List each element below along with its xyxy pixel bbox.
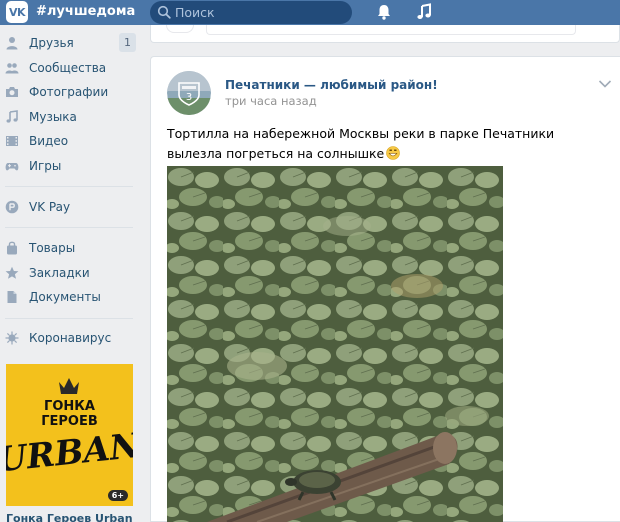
star-icon xyxy=(5,266,19,279)
post-timestamp[interactable]: три часа назад xyxy=(225,94,317,108)
users-icon xyxy=(5,63,19,74)
divider xyxy=(5,186,133,187)
sidebar-item-music[interactable]: Музыка xyxy=(0,105,140,129)
sidebar-item-label: Друзья xyxy=(29,36,74,50)
chevron-down-icon[interactable] xyxy=(598,79,612,89)
camera-icon xyxy=(6,87,18,97)
sidebar-item-friends[interactable]: Друзья 1 xyxy=(0,31,140,55)
bag-icon xyxy=(7,241,17,255)
video-icon xyxy=(6,136,18,146)
user-icon xyxy=(6,37,18,50)
community-logo: 3 xyxy=(167,71,211,115)
age-rating-badge: 6+ xyxy=(107,490,128,501)
sidebar-item-vkpay[interactable]: VK Pay xyxy=(0,195,140,219)
promo-line-1: ГОНКА xyxy=(44,399,95,414)
sidebar-item-communities[interactable]: Сообщества xyxy=(0,56,140,80)
vk-logo[interactable]: VK xyxy=(6,1,28,23)
friends-count-badge: 1 xyxy=(119,33,136,52)
sidebar-item-label: Коронавирус xyxy=(29,331,112,345)
promo-line-3: URBAN xyxy=(6,425,133,480)
search-input[interactable] xyxy=(175,3,345,21)
sidebar-item-label: Закладки xyxy=(29,266,90,280)
gamepad-icon xyxy=(5,163,19,171)
sidebar-item-photos[interactable]: Фотографии xyxy=(0,80,140,104)
music-icon[interactable] xyxy=(415,3,433,21)
community-avatar[interactable]: 3 xyxy=(167,71,211,115)
promo-caption[interactable]: Гонка Героев Urban xyxy=(6,512,133,522)
post-author-link[interactable]: Печатники — любимый район! xyxy=(225,78,438,92)
sidebar-item-games[interactable]: Игры xyxy=(0,154,140,178)
sidebar-item-label: VK Pay xyxy=(29,200,71,214)
search-icon xyxy=(157,5,171,19)
sidebar-item-label: Видео xyxy=(29,134,69,148)
composer-avatar xyxy=(166,25,194,33)
sidebar-item-label: Документы xyxy=(29,290,101,304)
composer-input[interactable] xyxy=(206,25,576,35)
virus-icon xyxy=(5,331,19,345)
sidebar-item-goods[interactable]: Товары xyxy=(0,236,140,260)
bell-icon[interactable] xyxy=(375,3,393,21)
post-photo[interactable] xyxy=(167,166,503,522)
post-text: Тортилла на набережной Москвы реки в пар… xyxy=(167,124,612,164)
promo-line-2: ГЕРОЕВ xyxy=(41,414,98,429)
grinning-emoji-icon xyxy=(386,146,401,160)
divider xyxy=(5,227,133,228)
document-icon xyxy=(7,291,17,303)
sidebar-item-bookmarks[interactable]: Закладки xyxy=(0,261,140,285)
sidebar-item-label: Товары xyxy=(29,241,76,255)
sidebar-item-video[interactable]: Видео xyxy=(0,129,140,153)
sidebar-item-label: Сообщества xyxy=(29,61,107,75)
sidebar-item-documents[interactable]: Документы xyxy=(0,285,140,309)
sidebar-item-label: Фотографии xyxy=(29,85,109,99)
divider xyxy=(5,318,133,319)
sidebar-item-coronavirus[interactable]: Коронавирус xyxy=(0,326,140,350)
vkpay-icon xyxy=(5,200,19,214)
promo-banner[interactable]: ГОНКА ГЕРОЕВ URBAN 6+ xyxy=(6,364,133,506)
avatar-label: 3 xyxy=(186,92,192,103)
post-text-content: Тортилла на набережной Москвы реки в пар… xyxy=(167,126,555,161)
promo-artwork: ГОНКА ГЕРОЕВ URBAN xyxy=(6,378,133,480)
music-icon xyxy=(6,110,18,123)
page-title: #лучшедома xyxy=(36,4,136,19)
sidebar-item-label: Игры xyxy=(29,159,62,173)
sidebar-item-label: Музыка xyxy=(29,110,77,124)
turtle-photo xyxy=(167,166,503,522)
